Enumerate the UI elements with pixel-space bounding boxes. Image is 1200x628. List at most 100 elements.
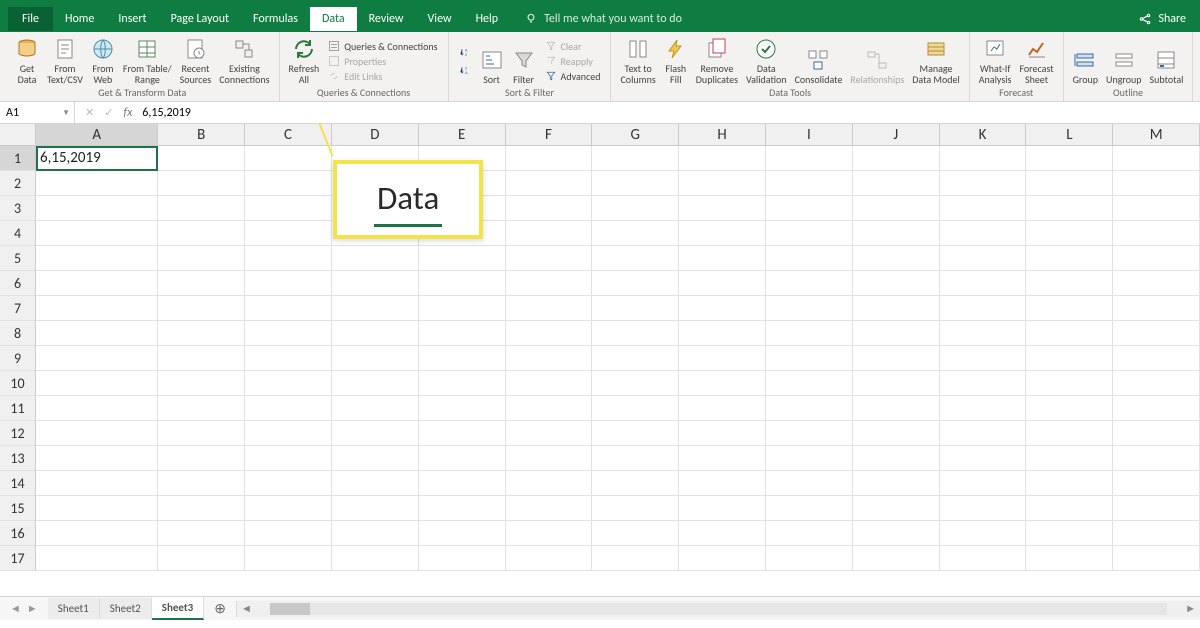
cell[interactable]	[506, 546, 593, 571]
cell[interactable]	[36, 496, 158, 521]
cell[interactable]	[940, 521, 1027, 546]
tab-review[interactable]: Review	[357, 7, 416, 31]
chevron-left-icon[interactable]: ◄	[10, 602, 21, 615]
cell[interactable]	[158, 471, 245, 496]
cell[interactable]	[853, 521, 940, 546]
row-header[interactable]: 11	[0, 396, 36, 421]
consolidate-button[interactable]: Consolidate	[792, 35, 846, 87]
cell[interactable]	[1026, 321, 1113, 346]
cell[interactable]	[245, 371, 332, 396]
cell[interactable]	[592, 271, 679, 296]
cell[interactable]	[506, 496, 593, 521]
cell[interactable]	[679, 221, 766, 246]
cell[interactable]	[853, 471, 940, 496]
cell[interactable]	[679, 146, 766, 171]
column-header[interactable]: E	[419, 124, 506, 146]
column-header[interactable]: L	[1026, 124, 1113, 146]
cell[interactable]	[1113, 271, 1200, 296]
column-header[interactable]: G	[592, 124, 679, 146]
cell[interactable]	[940, 271, 1027, 296]
cell[interactable]	[506, 196, 593, 221]
cell[interactable]	[592, 246, 679, 271]
advanced-filter-button[interactable]: Advanced	[545, 70, 601, 83]
row-header[interactable]: 8	[0, 321, 36, 346]
cell[interactable]	[592, 296, 679, 321]
refresh-all-button[interactable]: RefreshAll	[286, 35, 323, 87]
cell[interactable]	[158, 146, 245, 171]
cell[interactable]	[1113, 546, 1200, 571]
cell[interactable]	[766, 246, 853, 271]
cell[interactable]	[1026, 471, 1113, 496]
cell[interactable]	[36, 196, 158, 221]
cell[interactable]	[766, 421, 853, 446]
remove-duplicates-button[interactable]: RemoveDuplicates	[693, 35, 741, 87]
row-header[interactable]: 17	[0, 546, 36, 571]
cell[interactable]	[1113, 521, 1200, 546]
cell[interactable]	[853, 496, 940, 521]
tab-file[interactable]: File	[8, 7, 53, 31]
cell[interactable]	[679, 246, 766, 271]
cell[interactable]	[592, 196, 679, 221]
cell[interactable]	[506, 146, 593, 171]
from-web-button[interactable]: FromWeb	[88, 35, 118, 87]
cell[interactable]	[853, 196, 940, 221]
cell[interactable]	[245, 146, 332, 171]
cell[interactable]	[245, 271, 332, 296]
cell[interactable]	[506, 171, 593, 196]
cell[interactable]	[36, 471, 158, 496]
reapply-button[interactable]: Reapply	[545, 55, 601, 68]
cell[interactable]	[1026, 371, 1113, 396]
subtotal-button[interactable]: Subtotal	[1147, 35, 1187, 87]
cell[interactable]	[679, 171, 766, 196]
cell[interactable]	[245, 246, 332, 271]
cell[interactable]	[158, 246, 245, 271]
column-header[interactable]: A	[36, 124, 158, 146]
cell[interactable]	[853, 546, 940, 571]
cell[interactable]	[1026, 271, 1113, 296]
cell[interactable]	[158, 546, 245, 571]
cell[interactable]	[940, 346, 1027, 371]
cell[interactable]	[419, 471, 506, 496]
cell[interactable]	[36, 396, 158, 421]
cell[interactable]	[1113, 296, 1200, 321]
cell[interactable]	[419, 446, 506, 471]
cell[interactable]	[1026, 421, 1113, 446]
cell[interactable]	[158, 196, 245, 221]
cell[interactable]	[36, 171, 158, 196]
cell[interactable]	[592, 371, 679, 396]
cell[interactable]	[36, 546, 158, 571]
cell[interactable]	[158, 521, 245, 546]
cell[interactable]	[36, 521, 158, 546]
cell[interactable]	[853, 246, 940, 271]
cell[interactable]	[853, 296, 940, 321]
cell[interactable]	[506, 421, 593, 446]
cell[interactable]	[506, 521, 593, 546]
cell[interactable]	[419, 271, 506, 296]
ungroup-button[interactable]: Ungroup	[1103, 35, 1144, 87]
cell[interactable]	[245, 321, 332, 346]
cell[interactable]	[245, 421, 332, 446]
cell[interactable]	[1026, 296, 1113, 321]
text-to-columns-button[interactable]: Text toColumns	[617, 35, 658, 87]
tab-home[interactable]: Home	[53, 7, 106, 31]
cell[interactable]	[419, 371, 506, 396]
cell[interactable]	[679, 296, 766, 321]
properties-button[interactable]: Properties	[328, 55, 437, 68]
row-header[interactable]: 14	[0, 471, 36, 496]
cell[interactable]	[679, 521, 766, 546]
cell[interactable]	[245, 546, 332, 571]
cell[interactable]	[766, 521, 853, 546]
cell[interactable]	[1026, 546, 1113, 571]
cell[interactable]	[766, 271, 853, 296]
cell[interactable]	[766, 471, 853, 496]
cell[interactable]	[245, 396, 332, 421]
sheet-tab-1[interactable]: Sheet1	[48, 598, 100, 619]
row-header[interactable]: 9	[0, 346, 36, 371]
row-header[interactable]: 5	[0, 246, 36, 271]
cell[interactable]	[940, 471, 1027, 496]
tab-data[interactable]: Data	[310, 7, 357, 31]
cell[interactable]	[679, 346, 766, 371]
cell[interactable]	[853, 271, 940, 296]
from-text-csv-button[interactable]: FromText/CSV	[44, 35, 86, 87]
manage-data-model-button[interactable]: ManageData Model	[909, 35, 962, 87]
